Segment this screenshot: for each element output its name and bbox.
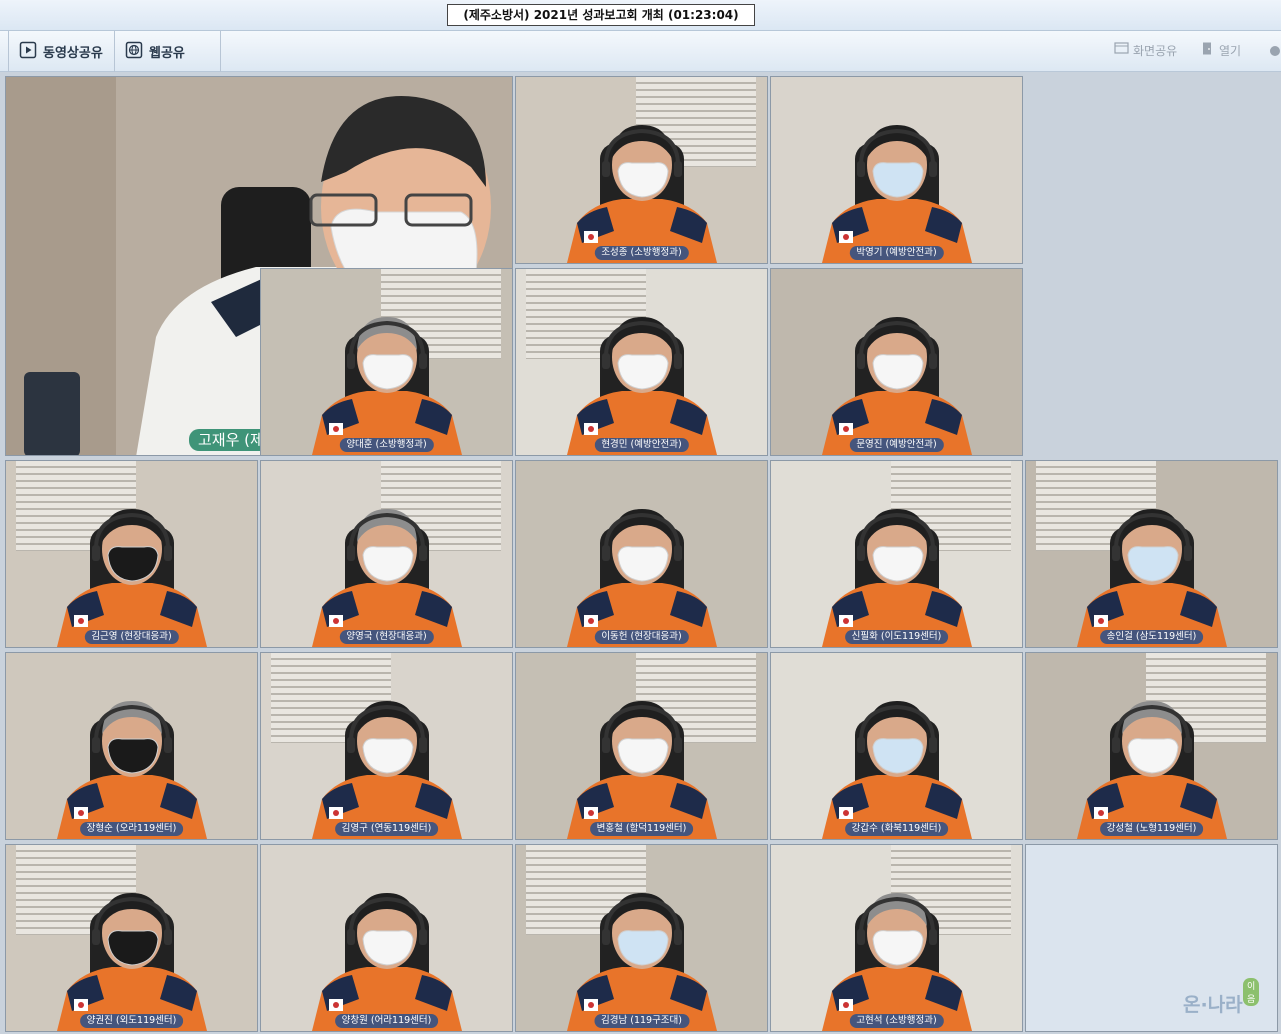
participant-video-tile[interactable]: 문영진 (예방안전과): [770, 268, 1023, 456]
screen-share-button[interactable]: 화면공유: [1114, 41, 1177, 59]
video-share-button[interactable]: 동영상공유: [8, 31, 115, 72]
participant-video-tile[interactable]: 김영구 (연동119센터): [260, 652, 513, 840]
participant-video-tile[interactable]: 김근영 (현장대응과): [5, 460, 258, 648]
participant-figure: [1076, 509, 1227, 647]
participant-video-tile[interactable]: 신필화 (이도119센터): [770, 460, 1023, 648]
meeting-title: (제주소방서) 2021년 성과보고회 개최 (01:23:04): [447, 4, 755, 26]
participant-video-tile[interactable]: 강갑수 (화북119센터): [770, 652, 1023, 840]
participant-video-tile[interactable]: 변홍철 (함덕119센터): [515, 652, 768, 840]
open-button[interactable]: 열기: [1200, 41, 1241, 59]
participant-name-tag: 양대훈 (소방행정과): [339, 438, 434, 452]
participant-figure: [566, 509, 717, 647]
participant-name-tag: 강성철 (노형119센터): [1099, 822, 1204, 836]
participant-name-tag: 양창원 (어라119센터): [334, 1014, 439, 1028]
logo-badge-2: 이음: [1243, 978, 1260, 1006]
door-icon: [1200, 41, 1215, 59]
participant-figure: [311, 509, 462, 647]
participant-name-tag: 양영국 (현장대응과): [339, 630, 434, 644]
participant-video-tile[interactable]: 장형순 (오라119센터): [5, 652, 258, 840]
participant-figure: [566, 701, 717, 839]
participant-name-tag: 현경민 (예방안전과): [594, 438, 689, 452]
participant-name-tag: 김근영 (현장대응과): [84, 630, 179, 644]
video-share-label: 동영상공유: [43, 46, 103, 61]
participant-figure: [566, 893, 717, 1031]
participant-video-tile[interactable]: 양대훈 (소방행정과): [260, 268, 513, 456]
participant-video-tile[interactable]: 송인걸 (삼도119센터): [1025, 460, 1278, 648]
participant-name-tag: 강갑수 (화북119센터): [844, 822, 949, 836]
participant-video-tile[interactable]: 이동헌 (현장대응과): [515, 460, 768, 648]
participant-figure: [56, 701, 207, 839]
participant-name-tag: 김경남 (119구조대): [593, 1014, 690, 1028]
toolbar: 동영상공유 웹공유 화면공유 열기: [0, 31, 1281, 72]
globe-icon: [125, 41, 143, 63]
participant-figure: [1076, 701, 1227, 839]
participant-name-tag: 이동헌 (현장대응과): [594, 630, 689, 644]
empty-video-tile-2: 온·나라 이음: [1025, 844, 1278, 1032]
participant-figure: [821, 317, 972, 455]
status-indicator: [1270, 46, 1280, 56]
participant-video-tile[interactable]: 현경민 (예방안전과): [515, 268, 768, 456]
participant-figure: [821, 125, 972, 263]
participant-name-tag: 양권진 (외도119센터): [79, 1014, 184, 1028]
participant-video-tile[interactable]: 강성철 (노형119센터): [1025, 652, 1278, 840]
participant-figure: [311, 701, 462, 839]
participant-figure: [56, 509, 207, 647]
open-label: 열기: [1219, 43, 1242, 58]
participant-name-tag: 문영진 (예방안전과): [849, 438, 944, 452]
participant-figure: [311, 317, 462, 455]
participant-figure: [566, 125, 717, 263]
window-title-bar: (제주소방서) 2021년 성과보고회 개최 (01:23:04): [0, 0, 1281, 31]
participant-name-tag: 신필화 (이도119센터): [844, 630, 949, 644]
participant-video-tile[interactable]: 고현석 (소방행정과): [770, 844, 1023, 1032]
participant-figure: [566, 317, 717, 455]
participant-name-tag: 조성종 (소방행정과): [594, 246, 689, 260]
participant-figure: [821, 701, 972, 839]
participant-name-tag: 변홍철 (함덕119센터): [589, 822, 694, 836]
participant-name-tag: 김영구 (연동119센터): [334, 822, 439, 836]
participant-figure: [56, 893, 207, 1031]
web-share-button[interactable]: 웹공유: [115, 31, 221, 72]
participant-name-tag: 박영기 (예방안전과): [849, 246, 944, 260]
onnara-logo-2: 온·나라 이음: [1183, 978, 1260, 1017]
participant-video-tile[interactable]: 조성종 (소방행정과): [515, 76, 768, 264]
logo-text-2: 온·나라: [1183, 994, 1243, 1016]
participant-video-tile[interactable]: 양창원 (어라119센터): [260, 844, 513, 1032]
participant-figure: [821, 509, 972, 647]
screen-share-label: 화면공유: [1133, 43, 1178, 58]
video-share-icon: [19, 41, 37, 63]
participant-figure: [821, 893, 972, 1031]
participant-name-tag: 고현석 (소방행정과): [849, 1014, 944, 1028]
participant-video-tile[interactable]: 박영기 (예방안전과): [770, 76, 1023, 264]
participant-video-tile[interactable]: 양권진 (외도119센터): [5, 844, 258, 1032]
participant-name-tag: 장형순 (오라119센터): [79, 822, 184, 836]
web-share-label: 웹공유: [149, 46, 185, 61]
trash-bin: [24, 372, 80, 455]
participant-name-tag: 송인걸 (삼도119센터): [1099, 630, 1204, 644]
screen-share-icon: [1114, 41, 1129, 59]
participant-video-tile[interactable]: 김경남 (119구조대): [515, 844, 768, 1032]
participant-video-tile[interactable]: 양영국 (현장대응과): [260, 460, 513, 648]
participant-figure: [311, 893, 462, 1031]
